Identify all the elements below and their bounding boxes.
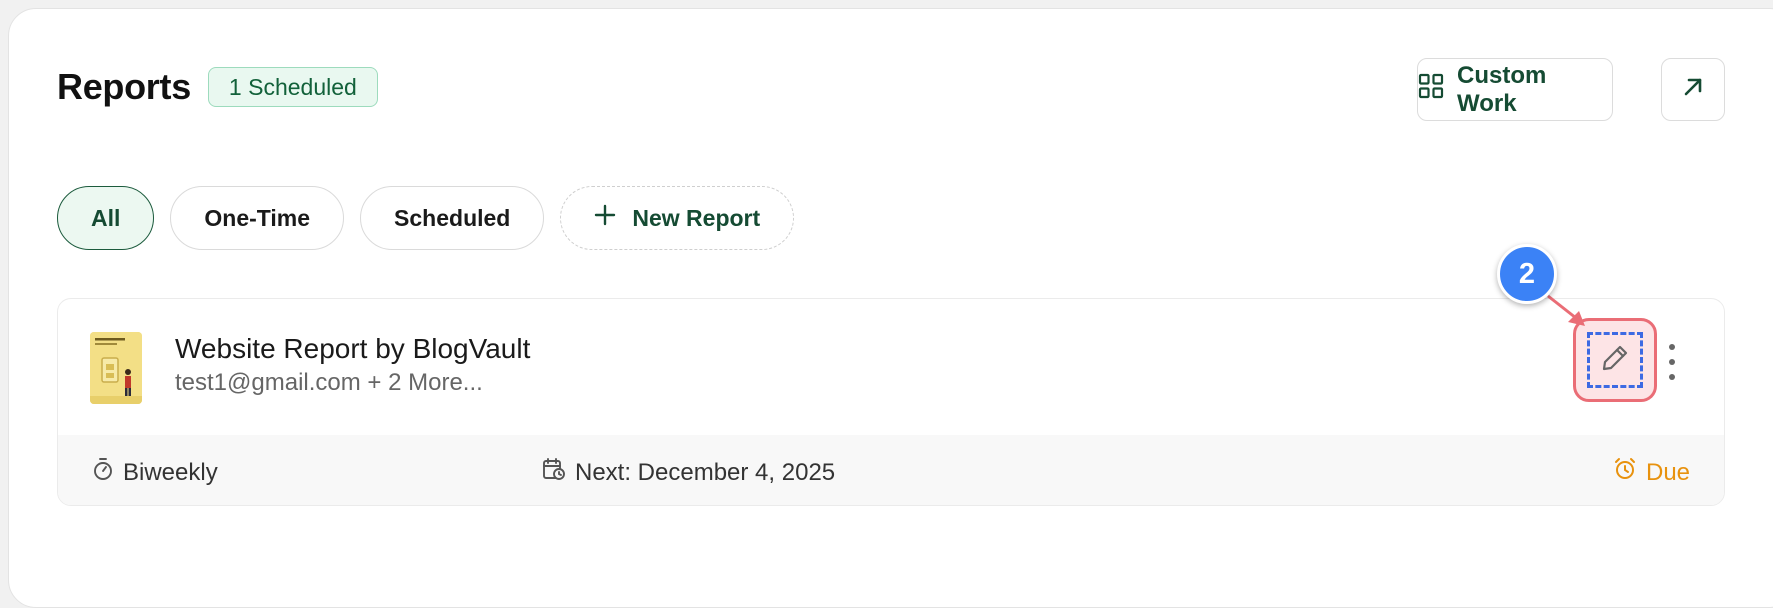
report-name: Website Report by BlogVault: [175, 333, 531, 364]
tab-scheduled[interactable]: Scheduled: [360, 186, 545, 250]
edit-report-button[interactable]: [1573, 318, 1657, 402]
report-recipients: test1@gmail.com + 2 More...: [175, 369, 483, 396]
due-label: Due: [1646, 458, 1691, 486]
plus-icon: [594, 204, 616, 232]
calendar-clock-icon: [542, 457, 566, 488]
reports-header: Reports 1 Scheduled: [57, 66, 378, 108]
next-run-label: Next: December 4, 2025: [575, 458, 836, 486]
next-run-info: Next: December 4, 2025: [542, 457, 835, 488]
report-card[interactable]: Website Report by BlogVault test1@gmail.…: [57, 298, 1725, 506]
custom-work-label: Custom Work: [1457, 61, 1547, 117]
scheduled-count-badge: 1 Scheduled: [207, 67, 378, 107]
stopwatch-icon: [92, 457, 114, 488]
custom-work-button[interactable]: Custom Work: [1417, 58, 1613, 121]
edit-highlight-box: [1587, 332, 1643, 388]
pencil-icon: [1599, 342, 1631, 379]
tab-all-label: All: [91, 204, 121, 231]
tab-one-time-label: One-Time: [204, 204, 311, 231]
tab-scheduled-label: Scheduled: [394, 204, 511, 231]
report-thumbnail: [90, 332, 142, 404]
step-marker: 2: [1497, 244, 1557, 304]
alarm-clock-icon: [1613, 457, 1637, 488]
new-report-label: New Report: [632, 204, 761, 231]
open-reports-button[interactable]: [1661, 58, 1725, 121]
tab-all[interactable]: All: [57, 186, 155, 250]
page-title: Reports: [57, 66, 191, 107]
arrow-up-right-icon: [1682, 76, 1704, 103]
report-footer: Biweekly Next: December 4, 2025 Due: [58, 435, 1724, 505]
more-options-icon[interactable]: [1660, 340, 1684, 384]
frequency-label: Biweekly: [123, 458, 218, 486]
tab-one-time[interactable]: One-Time: [170, 186, 345, 250]
report-filter-tabs: All One-Time Scheduled New Report: [57, 186, 795, 250]
grid-icon: [1418, 73, 1444, 106]
new-report-button[interactable]: New Report: [560, 186, 795, 250]
frequency-info: Biweekly: [92, 457, 218, 488]
due-status: Due: [1613, 457, 1690, 488]
